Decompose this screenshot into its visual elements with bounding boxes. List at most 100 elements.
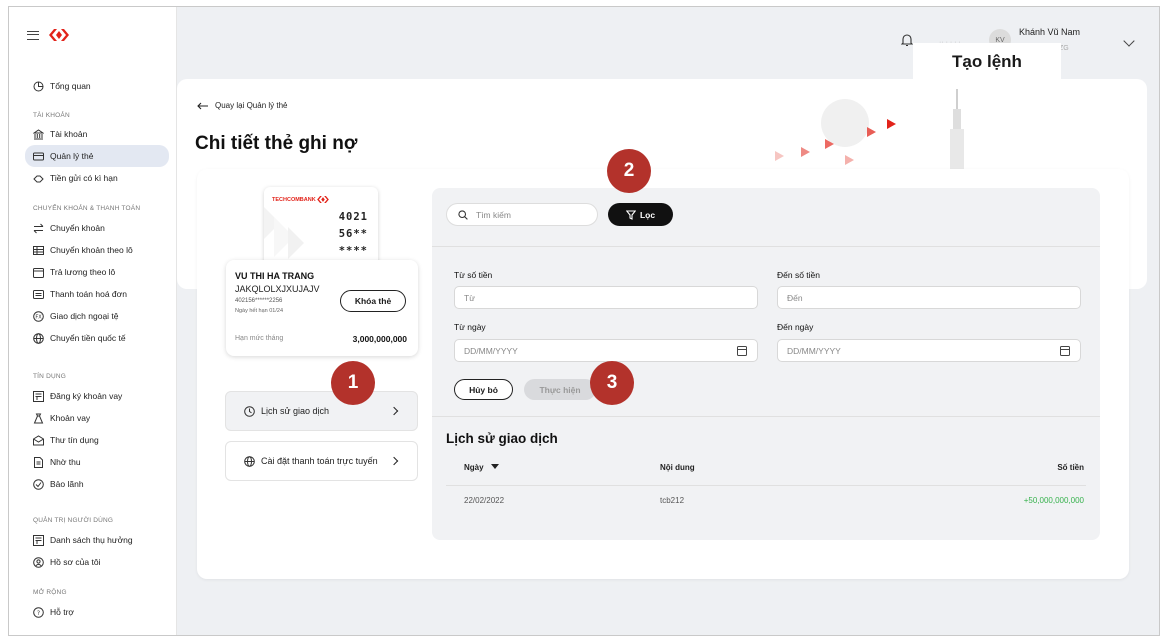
profile-icon bbox=[33, 556, 44, 568]
amount-from-input[interactable]: Từ bbox=[454, 286, 758, 309]
calendar-icon[interactable] bbox=[737, 346, 747, 356]
sidebar-item-bill-payment[interactable]: Thanh toán hoá đơn bbox=[25, 283, 169, 305]
svg-text:?: ? bbox=[37, 609, 40, 616]
card-brand-name: TECHCOMBANK bbox=[272, 196, 316, 203]
create-order-label[interactable]: Tạo lệnh bbox=[913, 43, 1061, 81]
bell-icon[interactable] bbox=[901, 33, 913, 47]
sidebar-item-beneficiaries[interactable]: Danh sách thụ hưởng bbox=[25, 529, 169, 551]
search-icon bbox=[458, 209, 468, 220]
search-input[interactable]: Tìm kiếm bbox=[446, 203, 598, 226]
card-holder-name: VU THI HA TRANG bbox=[235, 271, 315, 281]
execute-button[interactable]: Thực hiện bbox=[524, 379, 596, 400]
techcombank-logo bbox=[317, 196, 330, 203]
date-from-input[interactable]: DD/MM/YYYY bbox=[454, 339, 758, 362]
column-header-label: Ngày bbox=[464, 463, 484, 472]
step-marker: 3 bbox=[590, 361, 634, 405]
sidebar-item-label: Hồ sơ của tôi bbox=[50, 557, 101, 567]
back-link[interactable]: Quay lại Quản lý thẻ bbox=[197, 101, 287, 110]
sidebar-item-my-profile[interactable]: Hồ sơ của tôi bbox=[25, 551, 169, 573]
divider bbox=[432, 416, 1100, 417]
help-icon: ? bbox=[33, 606, 44, 618]
transaction-history-button[interactable]: Lịch sử giao dịch bbox=[225, 391, 418, 431]
sidebar-item-transfer[interactable]: Chuyển khoản bbox=[25, 217, 169, 239]
search-placeholder: Tìm kiếm bbox=[476, 209, 511, 220]
online-payment-settings-button[interactable]: Cài đặt thanh toán trực tuyến bbox=[225, 441, 418, 481]
sidebar-item-fx[interactable]: FX Giao dịch ngoại tệ bbox=[25, 305, 169, 327]
user-name: Khánh Vũ Nam bbox=[1019, 27, 1081, 37]
amount-from-placeholder: Từ bbox=[464, 292, 475, 303]
chevron-right-icon bbox=[389, 406, 399, 416]
sidebar-item-collection[interactable]: Nhờ thu bbox=[25, 451, 169, 473]
column-header-content: Nội dung bbox=[660, 463, 695, 472]
sidebar-item-letter-of-credit[interactable]: Thư tín dụng bbox=[25, 429, 169, 451]
back-link-label: Quay lại Quản lý thẻ bbox=[215, 101, 288, 110]
date-to-input[interactable]: DD/MM/YYYY bbox=[777, 339, 1081, 362]
transaction-panel: Tìm kiếm Lọc Từ số tiền Từ Đến số tiền Đ… bbox=[432, 188, 1100, 540]
sidebar-item-label: Thư tín dụng bbox=[50, 435, 99, 445]
step-marker: 1 bbox=[331, 361, 375, 405]
sort-down-icon bbox=[490, 464, 499, 469]
sidebar-item-accounts[interactable]: Tài khoản bbox=[25, 123, 169, 145]
section-transfers: CHUYỂN KHOẢN & THANH TOÁN bbox=[33, 205, 141, 212]
calendar-icon[interactable] bbox=[1060, 346, 1070, 356]
section-credit: TÍN DỤNG bbox=[33, 373, 67, 380]
globe-settings-icon bbox=[244, 455, 255, 467]
sidebar-item-support[interactable]: ? Hỗ trợ bbox=[25, 601, 169, 623]
filter-button[interactable]: Lọc bbox=[608, 203, 673, 226]
decorative-chevron-icon bbox=[845, 155, 854, 165]
monthly-limit-label: Hạn mức tháng bbox=[235, 335, 284, 342]
amount-from-label: Từ số tiền bbox=[454, 270, 493, 280]
sidebar-item-overview[interactable]: Tổng quan bbox=[25, 75, 169, 97]
cancel-button[interactable]: Hủy bỏ bbox=[454, 379, 513, 400]
divider bbox=[446, 485, 1086, 486]
sidebar-item-label: Quản lý thẻ bbox=[50, 151, 94, 161]
sidebar-item-label: Tiền gửi có kì hạn bbox=[50, 173, 118, 183]
sidebar-item-loans[interactable]: Khoản vay bbox=[25, 407, 169, 429]
sidebar-item-label: Bảo lãnh bbox=[50, 479, 84, 489]
sidebar-item-label: Chuyển khoản theo lô bbox=[50, 245, 133, 255]
chevron-down-icon[interactable] bbox=[1123, 35, 1135, 47]
decorative-chevron-icon bbox=[801, 147, 810, 157]
sidebar-item-loan-register[interactable]: Đăng ký khoản vay bbox=[25, 385, 169, 407]
sidebar-item-label: Nhờ thu bbox=[50, 457, 81, 467]
sidebar-item-label: Chuyển tiền quốc tế bbox=[50, 333, 126, 343]
card-number-line: 4021 bbox=[338, 211, 368, 223]
beneficiary-icon bbox=[33, 534, 44, 546]
column-header-date[interactable]: Ngày bbox=[464, 463, 499, 472]
sidebar-item-label: Khoản vay bbox=[50, 413, 91, 423]
card-icon bbox=[33, 151, 44, 162]
online-payment-settings-label: Cài đặt thanh toán trực tuyến bbox=[261, 456, 378, 466]
chevron-right-icon bbox=[389, 456, 399, 466]
amount-to-input[interactable]: Đến bbox=[777, 286, 1081, 309]
filter-icon bbox=[625, 209, 636, 220]
sidebar-item-guarantee[interactable]: Bảo lãnh bbox=[25, 473, 169, 495]
card-number-line: 56** bbox=[338, 228, 368, 240]
transfer-icon bbox=[33, 223, 44, 234]
section-users: QUẢN TRỊ NGƯỜI DÙNG bbox=[33, 517, 114, 524]
menu-icon[interactable] bbox=[27, 30, 39, 40]
card-number-line: **** bbox=[338, 245, 368, 257]
pie-icon bbox=[33, 81, 44, 92]
amount-to-label: Đến số tiền bbox=[777, 270, 820, 280]
sidebar: Tổng quan TÀI KHOẢN Tài khoản Quản lý th… bbox=[9, 7, 177, 635]
sidebar-item-batch-transfer[interactable]: Chuyển khoản theo lô bbox=[25, 239, 169, 261]
sidebar-item-intl-transfer[interactable]: Chuyển tiền quốc tế bbox=[25, 327, 169, 349]
amount-to-placeholder: Đến bbox=[787, 292, 803, 303]
decorative-chevron-icon bbox=[775, 151, 784, 161]
sidebar-item-card-management[interactable]: Quản lý thẻ bbox=[25, 145, 169, 167]
calendar-icon bbox=[33, 267, 44, 278]
card-code: JAKQLOLXJXUJAJV bbox=[235, 284, 320, 294]
guarantee-icon bbox=[33, 478, 44, 490]
sidebar-item-label: Thanh toán hoá đơn bbox=[50, 289, 127, 299]
sidebar-item-batch-payroll[interactable]: Trả lương theo lô bbox=[25, 261, 169, 283]
debit-card-image: TECHCOMBANK 4021 56** **** bbox=[264, 187, 378, 271]
collection-icon bbox=[33, 456, 44, 468]
section-extend: MỞ RỘNG bbox=[33, 589, 67, 596]
date-to-label: Đến ngày bbox=[777, 322, 814, 332]
card-info-box: VU THI HA TRANG JAKQLOLXJXUJAJV 402156**… bbox=[226, 260, 418, 356]
sidebar-item-term-deposit[interactable]: Tiền gửi có kì hạn bbox=[25, 167, 169, 189]
sidebar-item-label: Tổng quan bbox=[50, 81, 91, 91]
row-date: 22/02/2022 bbox=[464, 496, 505, 505]
techcombank-logo bbox=[49, 29, 69, 41]
lock-card-button[interactable]: Khóa thẻ bbox=[340, 290, 406, 312]
